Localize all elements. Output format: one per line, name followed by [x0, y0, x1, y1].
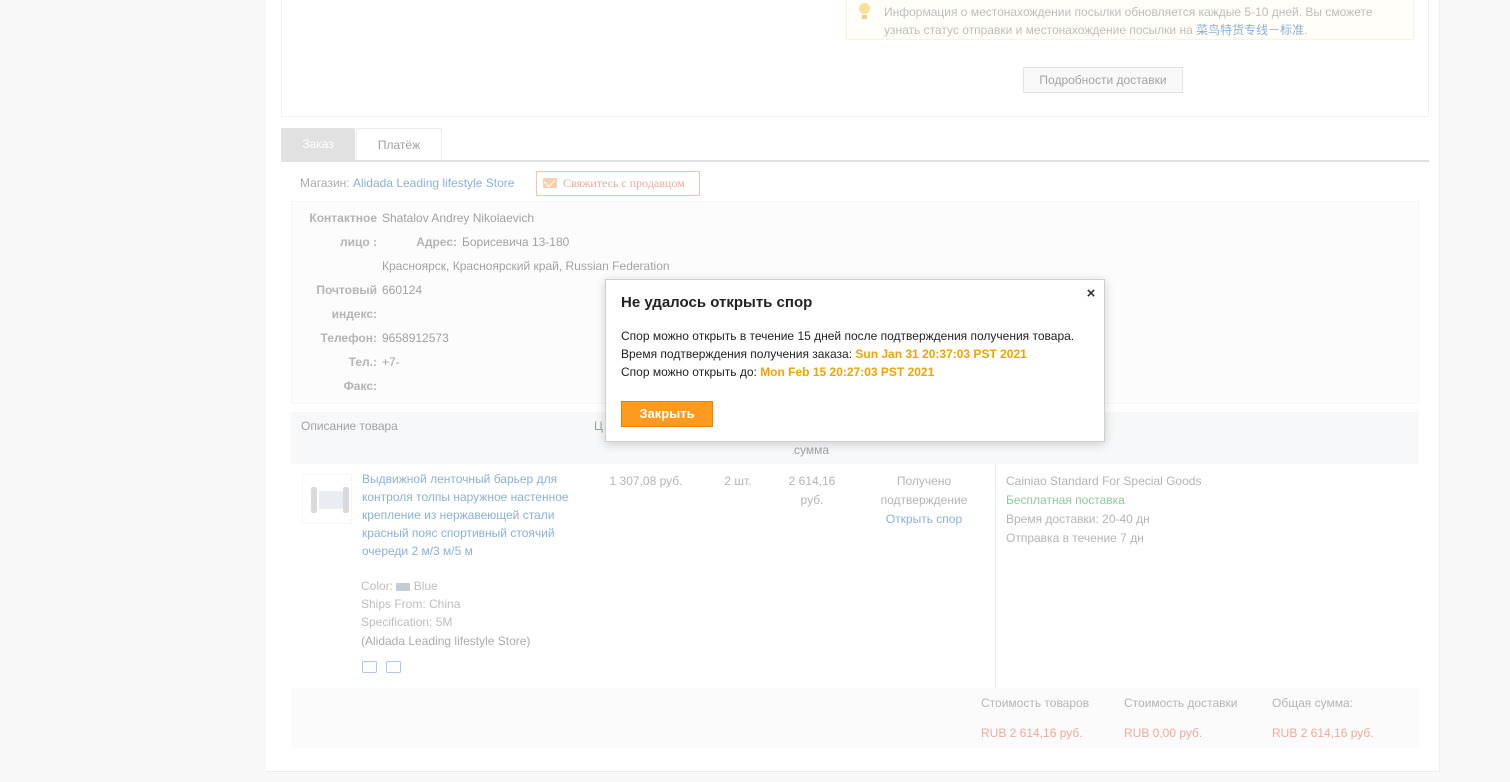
dialog-line-1: Спор можно открыть в течение 15 дней пос… — [621, 329, 1075, 343]
dispute-error-dialog: Не удалось открыть спор × Спор можно отк… — [605, 279, 1105, 442]
close-button[interactable]: Закрыть — [621, 401, 713, 427]
dialog-line-3: Спор можно открыть до: Mon Feb 15 20:27:… — [621, 365, 935, 379]
dialog-title: Не удалось открыть спор — [621, 294, 813, 311]
dialog-line-2: Время подтверждения получения заказа: Su… — [621, 347, 1027, 361]
close-icon[interactable]: × — [1083, 286, 1099, 302]
confirmation-date: Sun Jan 31 20:37:03 PST 2021 — [855, 347, 1027, 361]
dispute-deadline: Mon Feb 15 20:27:03 PST 2021 — [760, 365, 935, 379]
